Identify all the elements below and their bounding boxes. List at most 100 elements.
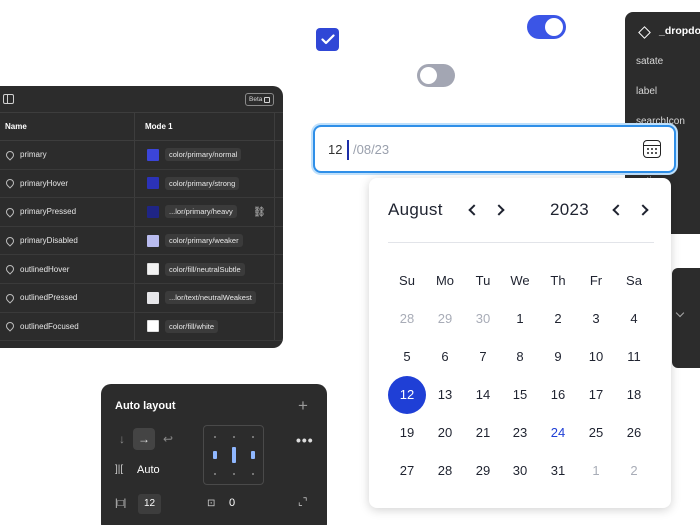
date-day-segment[interactable]: 12 — [328, 142, 342, 157]
prev-year-icon[interactable] — [612, 204, 624, 216]
table-row[interactable]: primaryHover color/primary/strong — [0, 169, 283, 199]
variable-value-cell[interactable]: color/primary/weaker — [135, 226, 275, 255]
calendar-day[interactable]: 16 — [539, 376, 577, 414]
calendar-day[interactable]: 1 — [577, 452, 615, 490]
table-row[interactable]: primaryDisabled color/primary/weaker — [0, 226, 283, 256]
calendar-day[interactable]: 10 — [577, 338, 615, 376]
table-row[interactable]: outlinedFocused color/fill/white — [0, 312, 283, 342]
alignment-grid[interactable] — [203, 425, 264, 485]
variable-value-cell[interactable]: color/fill/white — [135, 312, 275, 341]
calendar-day[interactable]: 29 — [426, 300, 464, 338]
weekday-header: We — [510, 273, 530, 288]
alias-tag[interactable]: color/primary/normal — [165, 148, 242, 162]
table-row[interactable]: primaryPressed ...lor/primary/heavy ⛓ — [0, 198, 283, 227]
calendar-day[interactable]: 28 — [388, 300, 426, 338]
variable-name-cell: outlinedPressed — [0, 283, 135, 312]
auto-layout-title: Auto layout — [115, 400, 176, 412]
selected-day[interactable]: 12 — [388, 376, 426, 414]
detach-alias-icon[interactable]: ⛓ — [253, 207, 266, 218]
alias-tag[interactable]: ...lor/text/neutralWeakest — [165, 291, 256, 305]
calendar-day[interactable]: 23 — [501, 414, 539, 452]
wrap-direction-icon[interactable]: ↩ — [157, 428, 179, 450]
calendar-day[interactable]: 19 — [388, 414, 426, 452]
alias-tag[interactable]: ...lor/primary/heavy — [165, 205, 237, 219]
variable-name-cell: primaryDisabled — [0, 226, 135, 255]
chevron-down-icon[interactable] — [675, 308, 685, 318]
calendar-day[interactable]: 5 — [388, 338, 426, 376]
calendar-day[interactable]: 11 — [615, 338, 653, 376]
calendar-day[interactable]: 26 — [615, 414, 653, 452]
variable-name: outlinedFocused — [20, 321, 79, 331]
calendar-day[interactable]: 8 — [501, 338, 539, 376]
calendar-day[interactable]: 20 — [426, 414, 464, 452]
next-month-icon[interactable] — [493, 204, 505, 216]
toggle-switch-off[interactable] — [417, 64, 455, 87]
variable-value-cell[interactable]: ...lor/text/neutralWeakest — [135, 283, 275, 312]
variable-value-cell[interactable]: ...lor/primary/heavy ⛓ — [135, 198, 275, 226]
next-year-icon[interactable] — [637, 204, 649, 216]
variables-toolbar: Beta — [0, 86, 283, 113]
alias-tag[interactable]: color/fill/white — [165, 319, 219, 333]
clip-content-icon[interactable]: ⌞⌝ — [298, 497, 307, 508]
add-icon[interactable]: + — [298, 396, 308, 416]
calendar-day[interactable]: 28 — [426, 452, 464, 490]
calendar-day[interactable]: 9 — [539, 338, 577, 376]
date-rest-segment[interactable]: /08/23 — [353, 142, 389, 157]
calendar-day[interactable]: 27 — [388, 452, 426, 490]
weekday-header: Mo — [435, 273, 455, 288]
year-label: 2023 — [550, 200, 590, 219]
calendar-day[interactable]: 13 — [426, 376, 464, 414]
property-item[interactable]: satate — [636, 56, 663, 67]
calendar-day[interactable]: 29 — [464, 452, 502, 490]
alias-tag[interactable]: color/primary/strong — [165, 176, 240, 190]
variable-name: primaryHover — [20, 178, 69, 188]
table-row[interactable]: outlinedPressed ...lor/text/neutralWeakes… — [0, 283, 283, 313]
calendar-day[interactable]: 18 — [615, 376, 653, 414]
prev-month-icon[interactable] — [468, 204, 480, 216]
month-label: August — [388, 200, 443, 219]
component-title: _dropdown — [659, 25, 700, 37]
calendar-day[interactable]: 21 — [464, 414, 502, 452]
alias-tag[interactable]: color/primary/weaker — [165, 234, 243, 248]
table-row[interactable]: outlinedHover color/fill/neutralSubtle — [0, 255, 283, 284]
padding-input[interactable]: 12 — [138, 494, 161, 514]
calendar-day[interactable]: 15 — [501, 376, 539, 414]
calendar-day[interactable]: 25 — [577, 414, 615, 452]
variable-value-cell[interactable]: color/fill/neutralSubtle — [135, 255, 275, 283]
calendar-day[interactable]: 7 — [464, 338, 502, 376]
beta-badge[interactable]: Beta — [245, 93, 275, 106]
resizing-value[interactable]: Auto — [137, 464, 160, 476]
today-day[interactable]: 24 — [539, 414, 577, 452]
spacing-input[interactable]: 0 — [229, 497, 235, 509]
calendar-day[interactable]: 6 — [426, 338, 464, 376]
color-swatch — [147, 148, 159, 161]
variable-value-cell[interactable]: color/primary/normal — [135, 141, 275, 169]
vertical-direction-icon[interactable]: ↓ — [111, 428, 133, 450]
variable-name: outlinedPressed — [20, 293, 78, 303]
calendar-day[interactable]: 31 — [539, 452, 577, 490]
calendar-day[interactable]: 30 — [501, 452, 539, 490]
calendar-day[interactable]: 2 — [539, 300, 577, 338]
alias-tag[interactable]: color/fill/neutralSubtle — [165, 262, 245, 276]
horizontal-direction-icon[interactable]: → — [133, 428, 155, 450]
calendar-day[interactable]: 17 — [577, 376, 615, 414]
weekday-header: Fr — [589, 273, 603, 288]
calendar-day[interactable]: 2 — [615, 452, 653, 490]
table-row[interactable]: primary color/primary/normal — [0, 141, 283, 170]
calendar-icon[interactable] — [643, 140, 661, 158]
toggle-switch-on[interactable] — [527, 15, 566, 39]
checkbox-checked[interactable] — [316, 28, 339, 51]
more-options-icon[interactable]: ••• — [296, 432, 314, 448]
calendar-day[interactable]: 1 — [501, 300, 539, 338]
variable-value-cell[interactable]: color/primary/strong — [135, 169, 275, 198]
sidebar-toggle-icon[interactable] — [3, 94, 14, 104]
variable-name-cell: primaryHover — [0, 169, 135, 198]
property-item[interactable]: label — [636, 86, 657, 97]
calendar-day[interactable]: 30 — [464, 300, 502, 338]
date-input[interactable]: 12 /08/23 — [313, 125, 676, 173]
calendar-day[interactable]: 3 — [577, 300, 615, 338]
secondary-panel — [672, 268, 700, 368]
calendar-day[interactable]: 4 — [615, 300, 653, 338]
color-variable-icon — [4, 234, 16, 247]
calendar-day[interactable]: 14 — [464, 376, 502, 414]
